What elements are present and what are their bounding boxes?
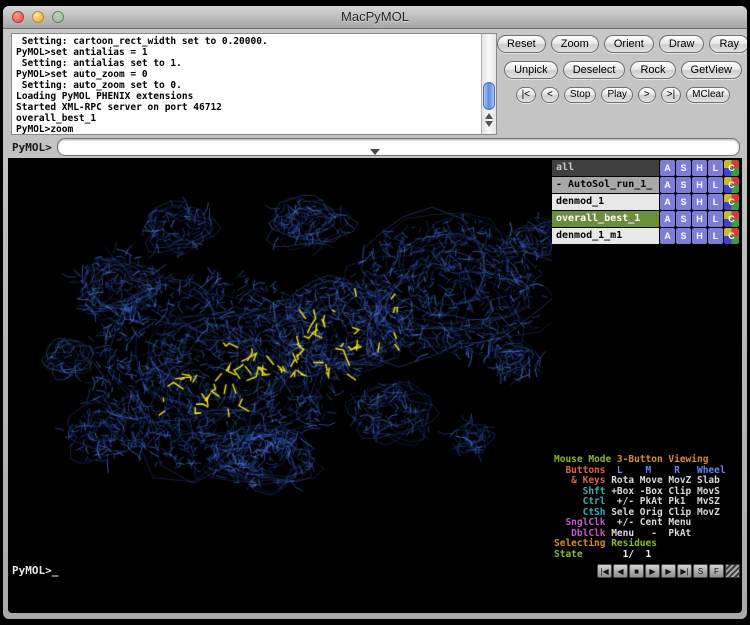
- toolbar-button-play[interactable]: Play: [601, 87, 632, 103]
- object-c-menu-button[interactable]: C: [724, 211, 739, 227]
- object-name[interactable]: all: [552, 160, 659, 176]
- command-prompt-label: PyMOL>: [12, 141, 52, 154]
- object-a-menu-button[interactable]: A: [660, 228, 675, 244]
- viewport-prompt: PyMOL>_: [12, 564, 58, 577]
- console-scrollbar[interactable]: [481, 34, 496, 134]
- toolbar: ResetZoomOrientDrawRay UnpickDeselectRoc…: [503, 35, 743, 111]
- vcr-button[interactable]: ■: [629, 564, 644, 578]
- toolbar-button-unpick[interactable]: Unpick: [504, 61, 558, 79]
- object-name[interactable]: denmod_1: [552, 194, 659, 210]
- toolbar-button-deselect[interactable]: Deselect: [563, 61, 626, 79]
- toolbar-button-orient[interactable]: Orient: [604, 35, 654, 53]
- object-a-menu-button[interactable]: A: [660, 177, 675, 193]
- console-line: PyMOL>set auto_zoom = 0: [16, 69, 480, 80]
- object-sidebar: allASHLC- AutoSol_run_1_ASHLCdenmod_1ASH…: [552, 158, 742, 613]
- console-line: Setting: antialias set to 1.: [16, 58, 480, 69]
- object-h-menu-button[interactable]: H: [692, 228, 707, 244]
- console-line: PyMOL>set antialias = 1: [16, 47, 480, 58]
- object-a-menu-button[interactable]: A: [660, 194, 675, 210]
- mouse-panel-line: State 1/ 1: [554, 550, 742, 561]
- object-row: - AutoSol_run_1_ASHLC: [552, 177, 739, 193]
- object-s-menu-button[interactable]: S: [676, 194, 691, 210]
- toolbar-row-3: |< < StopPlay > >| MClear: [503, 87, 743, 103]
- toolbar-button-zoom[interactable]: Zoom: [551, 35, 599, 53]
- console-line: Started XML-RPC server on port 46712: [16, 102, 480, 113]
- toolbar-button-reset[interactable]: Reset: [497, 35, 546, 53]
- object-l-menu-button[interactable]: L: [708, 177, 723, 193]
- vcr-controls: |◀◀■▶▶▶|SF: [597, 564, 740, 578]
- toolbar-button-ray[interactable]: Ray: [709, 35, 747, 53]
- object-row: allASHLC: [552, 160, 739, 176]
- toolbar-button-rock[interactable]: Rock: [630, 61, 675, 79]
- object-a-menu-button[interactable]: A: [660, 211, 675, 227]
- object-s-menu-button[interactable]: S: [676, 177, 691, 193]
- console-line: Loading PyMOL PHENIX extensions: [16, 91, 480, 102]
- vcr-button[interactable]: S: [693, 564, 708, 578]
- window-title: MacPyMOL: [3, 9, 747, 24]
- vcr-button[interactable]: |◀: [597, 564, 612, 578]
- object-l-menu-button[interactable]: L: [708, 228, 723, 244]
- object-c-menu-button[interactable]: C: [724, 194, 739, 210]
- toolbar-button-[interactable]: |<: [516, 87, 536, 103]
- object-list: allASHLC- AutoSol_run_1_ASHLCdenmod_1ASH…: [552, 160, 739, 245]
- resize-grip[interactable]: [725, 564, 740, 578]
- toolbar-button-getview[interactable]: GetView: [681, 61, 742, 79]
- object-name[interactable]: denmod_1_m1: [552, 228, 659, 244]
- toolbar-button-mclear[interactable]: MClear: [686, 87, 730, 103]
- mouse-panel: Mouse Mode 3-Button Viewing Buttons L M …: [554, 455, 742, 560]
- object-row: overall_best_1ASHLC: [552, 211, 739, 227]
- viewport-canvas[interactable]: [8, 158, 552, 613]
- object-h-menu-button[interactable]: H: [692, 211, 707, 227]
- macpymol-window: MacPyMOL Setting: cartoon_rect_width set…: [3, 6, 747, 619]
- vcr-button[interactable]: F: [709, 564, 724, 578]
- console-log: Setting: cartoon_rect_width set to 0.200…: [12, 35, 480, 134]
- console-line: Setting: cartoon_rect_width set to 0.200…: [16, 36, 480, 47]
- object-name[interactable]: - AutoSol_run_1_: [552, 177, 659, 193]
- console-line: Setting: auto_zoom set to 0.: [16, 80, 480, 91]
- object-c-menu-button[interactable]: C: [724, 177, 739, 193]
- scroll-down-icon[interactable]: [485, 121, 493, 127]
- object-c-menu-button[interactable]: C: [724, 160, 739, 176]
- viewport: PyMOL>_ allASHLC- AutoSol_run_1_ASHLCden…: [8, 158, 742, 613]
- object-row: denmod_1_m1ASHLC: [552, 228, 739, 244]
- object-s-menu-button[interactable]: S: [676, 211, 691, 227]
- object-l-menu-button[interactable]: L: [708, 194, 723, 210]
- title-bar[interactable]: MacPyMOL: [3, 6, 747, 29]
- object-s-menu-button[interactable]: S: [676, 160, 691, 176]
- object-row: denmod_1ASHLC: [552, 194, 739, 210]
- scrollbar-thumb[interactable]: [483, 82, 495, 110]
- object-h-menu-button[interactable]: H: [692, 177, 707, 193]
- toolbar-button-draw[interactable]: Draw: [659, 35, 705, 53]
- vcr-button[interactable]: ▶: [661, 564, 676, 578]
- object-h-menu-button[interactable]: H: [692, 194, 707, 210]
- scroll-up-icon[interactable]: [485, 113, 493, 119]
- console-output: Setting: cartoon_rect_width set to 0.200…: [11, 33, 497, 135]
- toolbar-button-[interactable]: >|: [661, 87, 681, 103]
- vcr-button[interactable]: ▶: [645, 564, 660, 578]
- object-name[interactable]: overall_best_1: [552, 211, 659, 227]
- object-l-menu-button[interactable]: L: [708, 211, 723, 227]
- scrollbar-arrows[interactable]: [482, 111, 496, 133]
- object-a-menu-button[interactable]: A: [660, 160, 675, 176]
- toolbar-button-stop[interactable]: Stop: [564, 87, 597, 103]
- vcr-button[interactable]: ◀: [613, 564, 628, 578]
- upper-panel: Setting: cartoon_rect_width set to 0.200…: [3, 28, 747, 158]
- toolbar-button-[interactable]: >: [638, 87, 656, 103]
- object-c-menu-button[interactable]: C: [724, 228, 739, 244]
- object-s-menu-button[interactable]: S: [676, 228, 691, 244]
- object-l-menu-button[interactable]: L: [708, 160, 723, 176]
- toolbar-row-1: ResetZoomOrientDrawRay: [503, 35, 743, 53]
- console-line: PyMOL>zoom: [16, 124, 480, 135]
- toolbar-row-2: Unpick DeselectRock GetView: [503, 61, 743, 79]
- console-line: overall_best_1: [16, 113, 480, 124]
- pane-splitter-icon[interactable]: [370, 149, 380, 155]
- vcr-button[interactable]: ▶|: [677, 564, 692, 578]
- object-h-menu-button[interactable]: H: [692, 160, 707, 176]
- command-input[interactable]: [57, 138, 740, 156]
- toolbar-button-[interactable]: <: [541, 87, 559, 103]
